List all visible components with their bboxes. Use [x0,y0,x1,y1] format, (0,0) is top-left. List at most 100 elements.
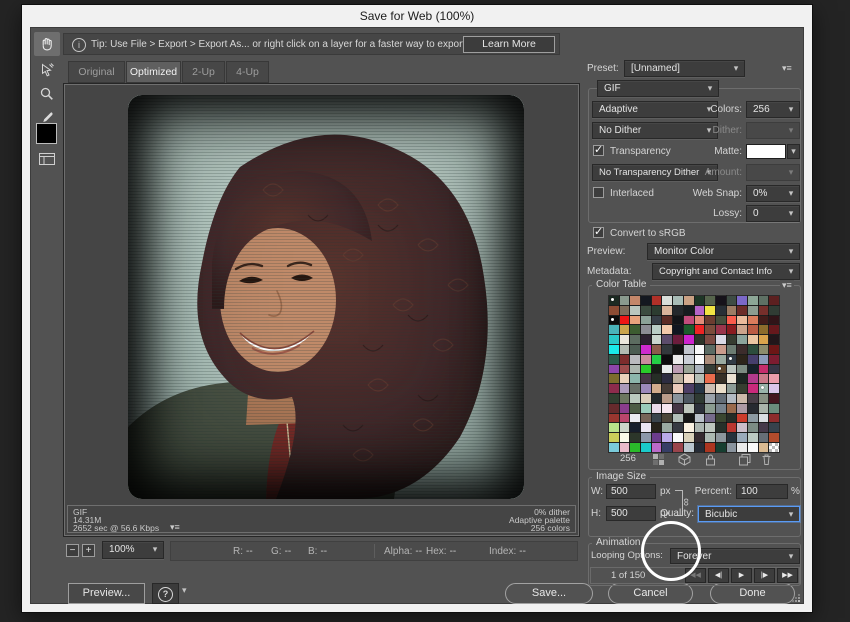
color-swatch[interactable] [769,423,779,432]
status-download-time[interactable]: 2652 sec @ 56.6 Kbps [73,524,159,534]
color-swatch[interactable] [684,443,694,452]
color-swatch[interactable] [641,394,651,403]
color-swatch[interactable] [759,443,769,452]
color-swatch[interactable] [695,296,705,305]
tab-4up[interactable]: 4-Up [226,61,269,83]
color-swatch[interactable] [684,394,694,403]
color-swatch[interactable] [748,306,758,315]
color-swatch[interactable] [630,414,640,423]
color-swatch[interactable] [641,414,651,423]
color-swatch[interactable] [652,414,662,423]
color-swatch[interactable] [673,365,683,374]
color-swatch[interactable] [748,443,758,452]
learn-more-button[interactable]: Learn More [463,36,555,53]
color-swatch[interactable] [620,394,630,403]
color-swatch[interactable] [620,423,630,432]
color-swatch[interactable] [673,384,683,393]
color-swatch[interactable] [620,345,630,354]
color-swatch[interactable] [748,345,758,354]
color-swatch[interactable] [641,374,651,383]
color-swatch[interactable] [695,433,705,442]
format-select[interactable]: GIF [597,80,719,97]
preview-image[interactable] [128,95,524,499]
color-swatch[interactable] [769,433,779,442]
color-swatch[interactable] [716,374,726,383]
color-swatch[interactable] [609,423,619,432]
last-frame-button[interactable]: ▶▶ [777,568,798,583]
color-swatch[interactable] [662,355,672,364]
color-swatch[interactable] [748,325,758,334]
color-swatch[interactable] [759,355,769,364]
color-swatch[interactable] [684,355,694,364]
color-swatch[interactable] [769,443,779,452]
color-swatch[interactable] [662,433,672,442]
color-swatch[interactable] [769,365,779,374]
color-swatch[interactable] [705,345,715,354]
color-swatch[interactable] [748,384,758,393]
color-swatch[interactable] [652,423,662,432]
color-swatch[interactable] [641,335,651,344]
resize-grip[interactable] [792,594,800,602]
color-swatch[interactable] [684,306,694,315]
color-swatch[interactable] [769,316,779,325]
color-swatch[interactable] [748,394,758,403]
color-swatch[interactable] [727,384,737,393]
color-swatch[interactable] [737,404,747,413]
color-swatch[interactable] [684,414,694,423]
color-swatch[interactable] [705,335,715,344]
color-swatch[interactable] [652,316,662,325]
color-swatch[interactable] [630,394,640,403]
color-swatch[interactable] [630,384,640,393]
color-swatch[interactable] [620,384,630,393]
color-swatch[interactable] [705,374,715,383]
browser-menu-chevron-icon[interactable]: ▾ [182,585,187,596]
color-swatch[interactable] [748,355,758,364]
color-swatch[interactable] [684,316,694,325]
color-swatch[interactable] [630,306,640,315]
color-swatch[interactable] [620,355,630,364]
color-swatch[interactable] [652,374,662,383]
color-swatch[interactable] [641,316,651,325]
matte-select-chevron[interactable]: ▾ [787,144,800,159]
color-swatch[interactable] [737,296,747,305]
color-swatch[interactable] [630,296,640,305]
color-swatch[interactable] [716,296,726,305]
color-swatch[interactable] [620,365,630,374]
color-swatch[interactable] [609,355,619,364]
color-swatch[interactable] [748,404,758,413]
color-swatch[interactable] [705,355,715,364]
color-swatch[interactable] [737,414,747,423]
color-swatch[interactable] [695,306,705,315]
color-swatch[interactable] [609,316,619,325]
color-swatch[interactable] [727,335,737,344]
color-swatch[interactable] [620,404,630,413]
color-swatch[interactable] [737,384,747,393]
percent-input[interactable]: 100 [736,484,788,499]
color-swatch[interactable] [662,404,672,413]
web-shift-icon[interactable] [678,453,691,466]
color-table-menu-icon[interactable] [780,280,794,291]
color-swatch[interactable] [716,423,726,432]
color-swatch[interactable] [769,325,779,334]
color-swatch[interactable] [652,404,662,413]
color-swatch[interactable] [673,423,683,432]
color-swatch[interactable] [705,404,715,413]
color-swatch[interactable] [630,316,640,325]
color-swatch[interactable] [727,423,737,432]
quality-select[interactable]: Bicubic [698,506,800,522]
convert-srgb-checkbox[interactable] [593,227,604,238]
color-swatch[interactable] [705,306,715,315]
color-swatch[interactable] [716,325,726,334]
color-swatch[interactable] [705,443,715,452]
color-swatch[interactable] [737,335,747,344]
color-swatch[interactable] [609,325,619,334]
color-swatch[interactable] [769,306,779,315]
color-swatch[interactable] [673,374,683,383]
color-swatch[interactable] [759,384,769,393]
color-swatch[interactable] [662,414,672,423]
color-swatch[interactable] [759,316,769,325]
color-swatch[interactable] [695,325,705,334]
next-frame-button[interactable]: |▶ [754,568,775,583]
color-swatch[interactable] [652,384,662,393]
color-swatch[interactable] [662,306,672,315]
